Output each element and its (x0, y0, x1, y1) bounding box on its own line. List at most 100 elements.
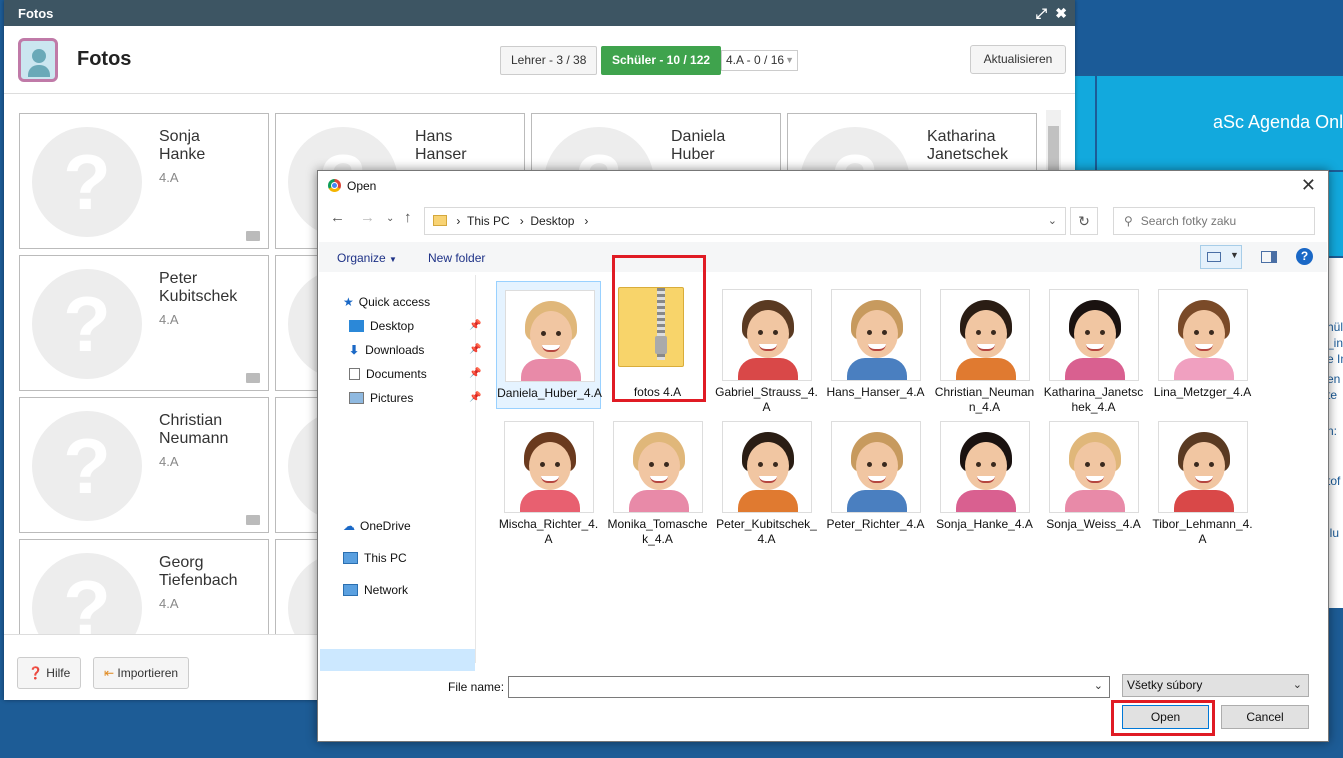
photo-file-item[interactable]: Mischa_Richter_4.A (496, 413, 601, 546)
photo-file-item[interactable]: Monika_Tomaschek_4.A (605, 413, 710, 546)
nav-label: OneDrive (360, 519, 411, 533)
photo-file-item[interactable]: Katharina_Janetschek_4.A (1041, 281, 1146, 414)
cloud-icon: ☁ (343, 519, 355, 533)
address-bar[interactable]: › This PC › Desktop › ⌄ (424, 207, 1066, 235)
nav-desktop[interactable]: Desktop 📌 (349, 319, 481, 333)
photo-file-item[interactable]: Hans_Hanser_4.A (823, 281, 928, 409)
placeholder-question-icon: ? (32, 553, 142, 634)
student-first-name: Georg (159, 554, 204, 571)
close-icon[interactable]: ✕ (1301, 175, 1316, 196)
student-card[interactable]: ? Peter Kubitschek 4.A (19, 255, 269, 391)
help-button[interactable]: ❓ Hilfe (17, 657, 82, 689)
nav-network[interactable]: Network (343, 583, 408, 597)
class-select-value: 4.A - 0 / 16 (726, 53, 785, 67)
scrollbar-thumb[interactable] (1048, 126, 1059, 174)
student-first-name: Hans (415, 128, 453, 145)
breadcrumb-separator: › (513, 214, 531, 228)
file-name-input[interactable]: ⌄ (508, 676, 1110, 698)
close-icon[interactable]: ✖ (1055, 5, 1067, 22)
help-icon[interactable]: ? (1296, 248, 1313, 265)
pin-icon: 📌 (469, 320, 482, 331)
photo-file-item[interactable]: Peter_Kubitschek_4.A (714, 413, 819, 546)
highlight-box (612, 255, 706, 402)
student-card[interactable]: ? Sonja Hanke 4.A (19, 113, 269, 249)
portrait-shirt (738, 358, 798, 380)
chevron-down-icon[interactable]: ▼ (1230, 250, 1239, 260)
preview-pane-icon[interactable] (1261, 251, 1277, 263)
child-portrait (847, 300, 907, 380)
import-button[interactable]: ⇤ Importieren (93, 657, 190, 689)
nav-downloads[interactable]: ⬇ Downloads 📌 (349, 343, 481, 357)
pictures-icon (349, 392, 364, 404)
photo-file-item[interactable]: Sonja_Weiss_4.A (1041, 413, 1146, 541)
refresh-icon[interactable]: ↻ (1070, 207, 1098, 235)
recent-locations-icon[interactable]: ⌄ (386, 213, 394, 224)
child-portrait (520, 432, 580, 512)
organize-label: Organize (337, 251, 386, 265)
file-name: Monika_Tomaschek_4.A (607, 517, 708, 546)
student-class: 4.A (159, 170, 179, 185)
nav-this-pc[interactable]: This PC (343, 551, 407, 565)
portrait-shirt (520, 490, 580, 512)
tab-students[interactable]: Schüler - 10 / 122 (601, 46, 722, 75)
breadcrumb-this-pc[interactable]: This PC (467, 214, 510, 228)
maximize-icon[interactable]: ⤢ (1036, 5, 1047, 22)
breadcrumb-separator: › (577, 214, 589, 228)
photo-thumbnail (1049, 289, 1139, 381)
photo-file-item[interactable]: Tibor_Lehmann_4.A (1150, 413, 1255, 546)
tab-teachers[interactable]: Lehrer - 3 / 38 (500, 46, 598, 75)
background-text: e In (1327, 352, 1343, 366)
file-name: Christian_Neumann_4.A (934, 385, 1035, 414)
cancel-button[interactable]: Cancel (1221, 705, 1309, 729)
student-card[interactable]: ? Christian Neumann 4.A (19, 397, 269, 533)
class-select[interactable]: 4.A - 0 / 16 ▼ (721, 50, 798, 71)
background-text: hül (1327, 320, 1343, 334)
student-name: Daniela Huber (671, 128, 725, 164)
folder-icon[interactable] (246, 515, 260, 525)
student-last-name: Janetschek (927, 146, 1008, 163)
student-name: Christian Neumann (159, 412, 228, 448)
photo-file-item[interactable]: Christian_Neumann_4.A (932, 281, 1037, 414)
nav-label: Pictures (370, 391, 414, 405)
up-arrow-icon[interactable]: ↑ (404, 209, 412, 226)
chevron-down-icon[interactable]: ⌄ (1048, 208, 1057, 234)
organize-menu[interactable]: Organize ▼ (337, 251, 397, 265)
chevron-down-icon: ⌄ (1292, 679, 1302, 691)
nav-onedrive[interactable]: ☁ OneDrive (343, 519, 411, 533)
search-input[interactable]: ⚲ Search fotky zaku (1113, 207, 1315, 235)
folder-icon[interactable] (246, 231, 260, 241)
photo-thumbnail (504, 421, 594, 513)
chevron-down-icon[interactable]: ⌄ (1094, 679, 1103, 692)
photo-thumbnail (722, 289, 812, 381)
file-name: Sonja_Weiss_4.A (1046, 517, 1141, 531)
photo-file-item[interactable]: Lina_Metzger_4.A (1150, 281, 1255, 409)
student-class: 4.A (159, 596, 179, 611)
forward-arrow-icon[interactable]: → (360, 209, 375, 226)
photo-file-item[interactable]: Sonja_Hanke_4.A (932, 413, 1037, 541)
file-type-select[interactable]: Všetky súbory ⌄ (1122, 674, 1309, 697)
dialog-titlebar: Open (328, 179, 376, 193)
change-view-button[interactable]: ▼ (1200, 245, 1242, 269)
search-placeholder: Search fotky zaku (1140, 214, 1237, 228)
new-folder-button[interactable]: New folder (428, 251, 485, 265)
portrait-shirt (956, 358, 1016, 380)
photo-file-item[interactable]: Peter_Richter_4.A (823, 413, 928, 541)
photo-file-item[interactable]: Gabriel_Strauss_4.A (714, 281, 819, 414)
back-arrow-icon[interactable]: ← (330, 209, 345, 226)
photo-thumbnail (940, 421, 1030, 513)
nav-documents[interactable]: Documents 📌 (349, 367, 481, 381)
refresh-button[interactable]: Aktualisieren (970, 45, 1066, 74)
folder-icon[interactable] (246, 373, 260, 383)
page-title: Fotos (77, 48, 132, 70)
breadcrumb-desktop[interactable]: Desktop (530, 214, 574, 228)
photo-thumbnail (722, 421, 812, 513)
nav-pictures[interactable]: Pictures 📌 (349, 391, 481, 405)
agenda-tile[interactable]: aSc Agenda Onl (1097, 76, 1343, 170)
background-text: tof (1327, 474, 1341, 488)
student-card[interactable]: ? Georg Tiefenbach 4.A (19, 539, 269, 634)
nav-quick-access[interactable]: ★ Quick access (343, 295, 430, 309)
import-label: Importieren (117, 666, 179, 680)
child-portrait (738, 300, 798, 380)
photo-file-item[interactable]: Daniela_Huber_4.A (496, 281, 602, 409)
file-name: Mischa_Richter_4.A (498, 517, 599, 546)
